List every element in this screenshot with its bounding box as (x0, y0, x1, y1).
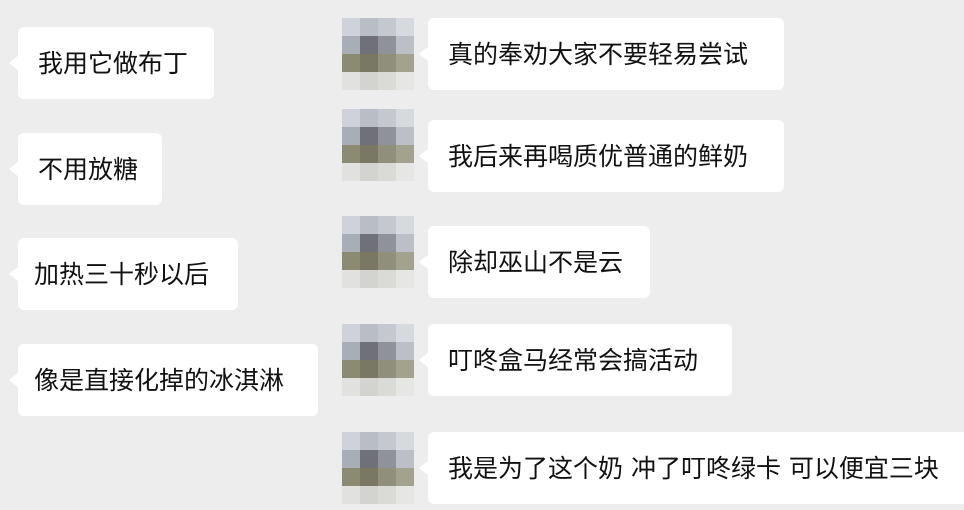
message-text: 加热三十秒以后 (34, 259, 210, 289)
chat-view: 我用它做布丁 不用放糖 加热三十秒以后 像是直接化掉的冰淇淋 真的奉劝大家不要轻… (0, 0, 964, 510)
message-text: 真的奉劝大家不要轻易尝试 (448, 39, 749, 69)
pixelated-avatar-icon[interactable] (342, 216, 414, 288)
message-text: 不用放糖 (38, 154, 139, 184)
incoming-message[interactable]: 像是直接化掉的冰淇淋 (9, 344, 318, 416)
pixelated-avatar-icon[interactable] (342, 109, 414, 181)
incoming-message[interactable]: 真的奉劝大家不要轻易尝试 (419, 18, 784, 90)
incoming-message[interactable]: 不用放糖 (9, 133, 162, 205)
incoming-message[interactable]: 我后来再喝质优普通的鲜奶 (419, 120, 784, 192)
incoming-message[interactable]: 我是为了这个奶 冲了叮咚绿卡 可以便宜三块 (419, 432, 964, 504)
message-text: 除却巫山不是云 (448, 247, 624, 277)
incoming-message[interactable]: 加热三十秒以后 (9, 238, 238, 310)
message-text: 我后来再喝质优普通的鲜奶 (448, 141, 749, 171)
pixelated-avatar-icon[interactable] (342, 432, 414, 504)
message-text: 像是直接化掉的冰淇淋 (34, 365, 285, 395)
incoming-message[interactable]: 我用它做布丁 (9, 27, 214, 99)
message-text: 我用它做布丁 (38, 48, 189, 78)
message-text: 叮咚盒马经常会搞活动 (448, 345, 699, 375)
incoming-message[interactable]: 叮咚盒马经常会搞活动 (419, 324, 732, 396)
pixelated-avatar-icon[interactable] (342, 18, 414, 90)
pixelated-avatar-icon[interactable] (342, 324, 414, 396)
message-text: 我是为了这个奶 冲了叮咚绿卡 可以便宜三块 (448, 453, 939, 483)
incoming-message[interactable]: 除却巫山不是云 (419, 226, 650, 298)
